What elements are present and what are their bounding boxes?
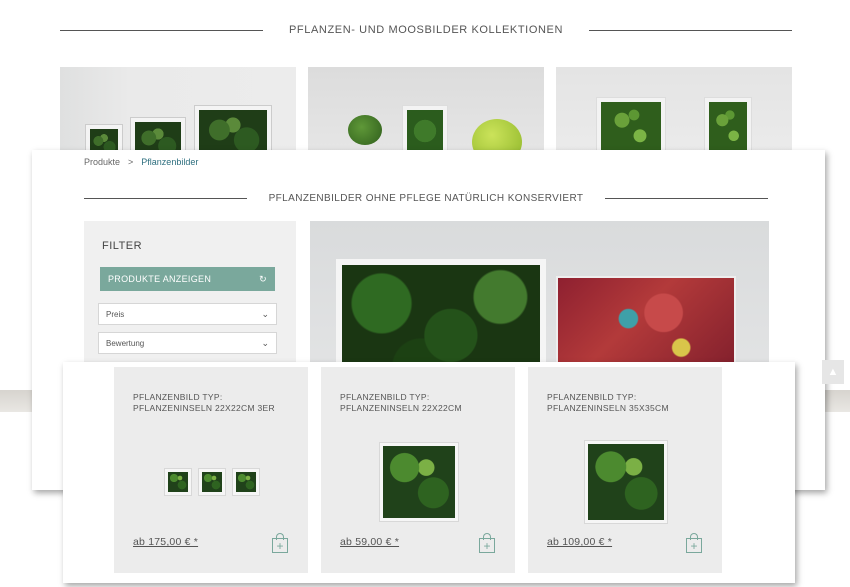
product-price[interactable]: ab 109,00 € * [547, 536, 612, 548]
page: PFLANZEN- UND MOOSBILDER KOLLEKTIONEN Pr… [0, 0, 850, 587]
product-card[interactable]: PFLANZENBILD TYP: PFLANZENINSELN 35X35CM… [528, 367, 722, 573]
plant-frame-image [197, 468, 226, 496]
price-filter-select[interactable]: Preis ⌄ [98, 303, 277, 325]
product-title[interactable]: PFLANZENBILD TYP: PFLANZENINSELN 35X35CM [547, 392, 712, 414]
category-hero-image [310, 221, 769, 371]
product-price[interactable]: ab 175,00 € * [133, 536, 198, 548]
breadcrumb-item-plant-pictures[interactable]: Pflanzenbilder [141, 157, 198, 167]
moss-ball-image [348, 115, 382, 145]
add-to-cart-icon[interactable]: + [272, 533, 288, 553]
collections-heading: PFLANZEN- UND MOOSBILDER KOLLEKTIONEN [60, 21, 792, 39]
product-image[interactable] [548, 437, 703, 527]
plant-picture-image [336, 259, 546, 371]
product-price[interactable]: ab 59,00 € * [340, 536, 399, 548]
breadcrumb-item-products[interactable]: Produkte [84, 157, 120, 167]
plant-frame-image [378, 442, 459, 522]
collection-thumbnail-plant-pictures[interactable] [60, 67, 296, 157]
show-products-label: PRODUKTE ANZEIGEN [108, 274, 212, 284]
breadcrumb-separator-icon: > [128, 157, 134, 167]
show-products-button[interactable]: PRODUKTE ANZEIGEN ↻ [100, 267, 275, 291]
category-title: PFLANZENBILDER OHNE PFLEGE NATÜRLICH KON… [268, 192, 584, 204]
heading-divider-left [84, 197, 247, 199]
rating-filter-select[interactable]: Bewertung ⌄ [98, 332, 277, 354]
product-image[interactable] [341, 437, 496, 527]
heading-divider-left [60, 29, 263, 31]
filter-panel: FILTER PRODUKTE ANZEIGEN ↻ Preis ⌄ Bewer… [84, 221, 296, 371]
chevron-down-icon: ⌄ [261, 308, 269, 319]
product-title[interactable]: PFLANZENBILD TYP: PFLANZENINSELN 22X22CM [340, 392, 505, 414]
plant-frame-image [583, 440, 668, 524]
heading-divider-right [605, 197, 769, 199]
collection-thumbnail-moss-objects[interactable] [308, 67, 544, 157]
category-heading: PFLANZENBILDER OHNE PFLEGE NATÜRLICH KON… [84, 190, 769, 206]
collections-section: PFLANZEN- UND MOOSBILDER KOLLEKTIONEN [0, 0, 850, 160]
background-strip [825, 390, 850, 412]
rating-filter-label: Bewertung [106, 338, 145, 348]
collection-thumbnail-moss-pictures[interactable] [556, 67, 792, 157]
filter-title: FILTER [102, 240, 143, 252]
arrow-up-icon: ▲ [827, 366, 839, 378]
breadcrumb: Produkte > Pflanzenbilder [84, 157, 198, 167]
price-filter-label: Preis [106, 309, 125, 319]
moss-frame-image [704, 97, 752, 157]
add-to-cart-icon[interactable]: + [686, 533, 702, 553]
heading-divider-right [589, 29, 792, 31]
refresh-icon: ↻ [259, 273, 267, 284]
add-to-cart-icon[interactable]: + [479, 533, 495, 553]
scroll-to-top-button[interactable]: ▲ [822, 360, 844, 384]
moss-frame-image [596, 97, 666, 157]
collections-title: PFLANZEN- UND MOOSBILDER KOLLEKTIONEN [288, 24, 564, 36]
product-card[interactable]: PFLANZENBILD TYP: PFLANZENINSELN 22X22CM… [114, 367, 308, 573]
plant-frame-image [231, 468, 260, 496]
product-title[interactable]: PFLANZENBILD TYP: PFLANZENINSELN 22X22CM… [133, 392, 298, 414]
plant-frame-image [163, 468, 192, 496]
product-grid: PFLANZENBILD TYP: PFLANZENINSELN 22X22CM… [63, 362, 795, 583]
product-image[interactable] [134, 437, 289, 527]
chevron-down-icon: ⌄ [261, 337, 269, 348]
background-strip [0, 390, 32, 412]
product-card[interactable]: PFLANZENBILD TYP: PFLANZENINSELN 22X22CM… [321, 367, 515, 573]
painting-image [556, 276, 736, 371]
